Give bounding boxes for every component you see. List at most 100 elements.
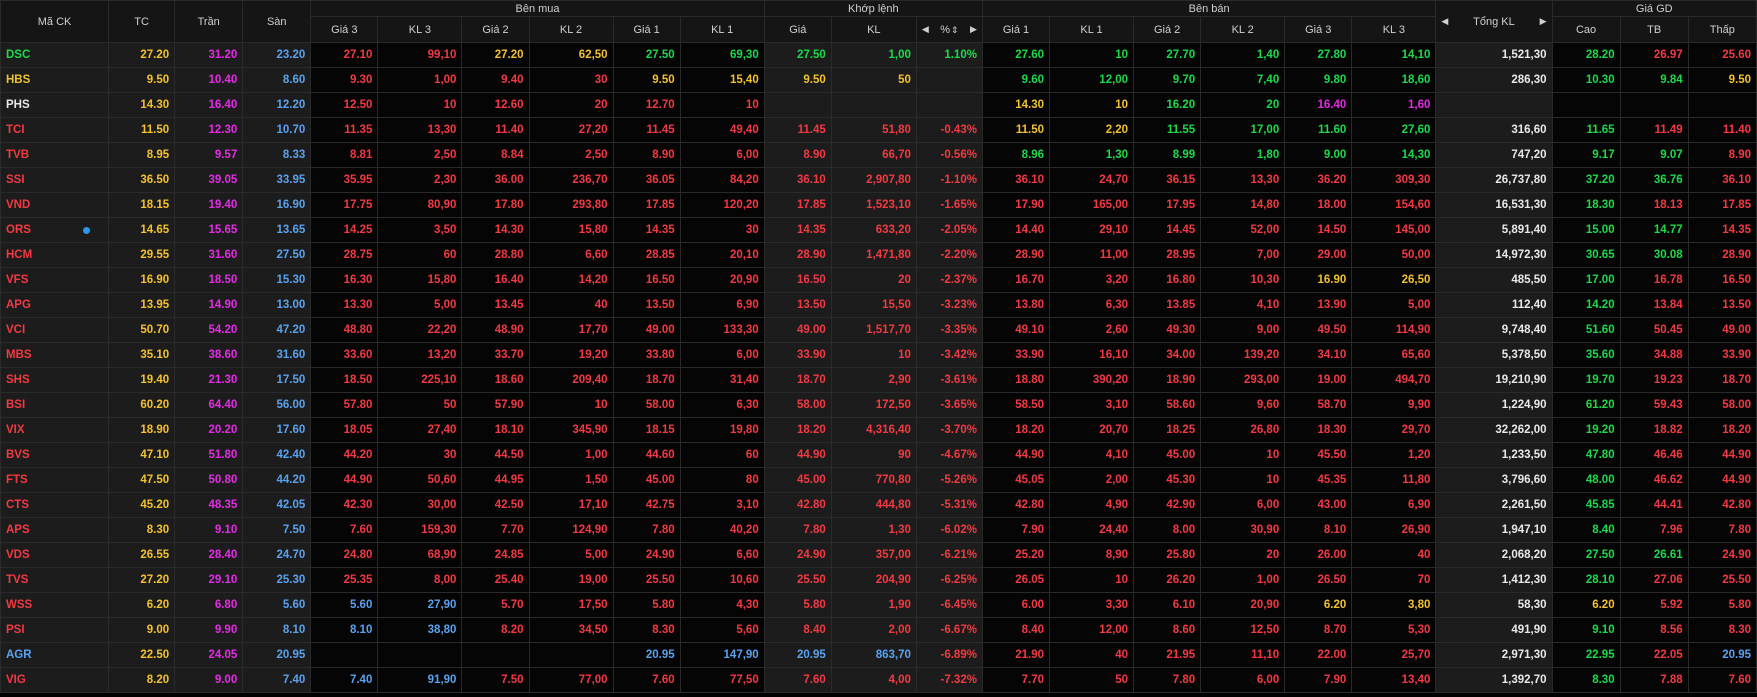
symbol-cell[interactable]: VIG <box>0 667 110 693</box>
symbol-cell[interactable]: PSI <box>0 617 110 643</box>
table-row[interactable]: HBS 9.50 10.40 8.60 9.30 1,00 9.40 30 9.50 15,40 9… <box>0 67 1757 93</box>
symbol-cell[interactable]: BSI <box>0 392 110 418</box>
symbol-cell[interactable]: VFS <box>0 267 110 293</box>
table-row[interactable]: SHS 19.40 21.30 17.50 18.50 225,10 18.60 209,40… <box>0 367 1757 393</box>
arrow-left-icon[interactable]: ◀ <box>1441 16 1448 27</box>
match-volume-header[interactable]: KL <box>830 16 917 43</box>
symbol-cell[interactable]: FTS <box>0 467 110 493</box>
table-row[interactable]: VFS 16.90 18.50 15.30 16.30 15,80 16.40 14,20 16… <box>0 267 1757 293</box>
table-row[interactable]: BSI 60.20 64.40 56.00 57.80 50 57.90 10 58.00 6,3… <box>0 392 1757 418</box>
header-symbol[interactable]: Mã CK <box>0 0 110 43</box>
table-row[interactable]: VCI 50.70 54.20 47.20 48.80 22,20 48.90 17,70 49… <box>0 317 1757 343</box>
symbol-cell[interactable]: VIX <box>0 417 110 443</box>
sort-icon[interactable]: ⇕ <box>951 25 959 35</box>
symbol-cell[interactable]: CTS <box>0 492 110 518</box>
price-stat-cell: 8.56 <box>1619 617 1689 643</box>
symbol-cell[interactable]: PHS <box>0 92 110 118</box>
symbol-cell[interactable]: VND <box>0 192 110 218</box>
table-row[interactable]: FTS 47.50 50.80 44.20 44.90 50,60 44.95 1,50 45.… <box>0 467 1757 493</box>
sell-cell: 7.80 <box>1133 667 1202 693</box>
table-row[interactable]: AGR 22.50 24.05 20.95 20.95 147,90 20.95 863,70… <box>0 642 1757 668</box>
sell-cell: 25.20 <box>981 542 1051 568</box>
table-row[interactable]: VDS 26.55 28.40 24.70 24.80 68,90 24.85 5,00 24.… <box>0 542 1757 568</box>
price-col-header[interactable]: Thấp <box>1687 16 1757 43</box>
symbol-cell[interactable]: TVS <box>0 567 110 593</box>
symbol-cell[interactable]: AGR <box>0 642 110 668</box>
sell-cell: 8,90 <box>1048 542 1135 568</box>
buy-col-header[interactable]: KL 1 <box>679 16 765 43</box>
arrow-right-icon[interactable]: ▶ <box>1540 16 1547 27</box>
table-row[interactable]: CTS 45.20 48.35 42.05 42.30 30,00 42.50 17,10 42… <box>0 492 1757 518</box>
table-row[interactable]: BVS 47.10 51.80 42.40 44.20 30 44.50 1,00 44.60 6… <box>0 442 1757 468</box>
buy-cell: 42.75 <box>612 492 681 518</box>
symbol-cell[interactable]: BVS <box>0 442 110 468</box>
table-row[interactable]: MBS 35.10 38.60 31.60 33.60 13,20 33.70 19,20 33… <box>0 342 1757 368</box>
sell-col-header[interactable]: Giá 3 <box>1284 16 1353 43</box>
symbol-cell[interactable]: ORS <box>0 217 110 243</box>
symbol-cell[interactable]: VCI <box>0 317 110 343</box>
symbol-cell[interactable]: HCM <box>0 242 110 268</box>
table-row[interactable]: TVB 8.95 9.57 8.33 8.81 2,50 8.84 2,50 8.90 6,00 8… <box>0 142 1757 168</box>
symbol-cell[interactable]: APS <box>0 517 110 543</box>
table-row[interactable]: HCM 29.55 31.60 27.50 28.75 60 28.80 6,60 28.85 2… <box>0 242 1757 268</box>
buy-cell: 13,30 <box>377 117 463 143</box>
price-stat-cell: 6.20 <box>1551 592 1621 618</box>
header-buy-side: Bên mua <box>310 0 765 17</box>
price-stat-cell: 48.00 <box>1551 467 1621 493</box>
sell-col-header[interactable]: KL 3 <box>1351 16 1437 43</box>
symbol-cell[interactable]: APG <box>0 292 110 318</box>
buy-cell: 27.50 <box>612 42 681 68</box>
sell-col-header[interactable]: Giá 1 <box>981 16 1051 43</box>
symbol-cell[interactable]: MBS <box>0 342 110 368</box>
info-dot-icon[interactable] <box>83 227 91 234</box>
arrow-left-icon[interactable]: ◀ <box>922 24 929 35</box>
match-percent-header[interactable]: ◀ ▶ %⇕ <box>915 16 983 43</box>
table-row[interactable]: PHS 14.30 16.40 12.20 12.50 10 12.60 20 12.70 10 1… <box>0 92 1757 118</box>
price-col-header[interactable]: TB <box>1619 16 1689 43</box>
sell-cell: 1,00 <box>1200 567 1286 593</box>
table-row[interactable]: TCI 11.50 12.30 10.70 11.35 13,30 11.40 27,20 11… <box>0 117 1757 143</box>
header-ceiling[interactable]: Trần <box>174 0 244 43</box>
sell-col-header[interactable]: KL 2 <box>1200 16 1286 43</box>
table-row[interactable]: APS 8.30 9.10 7.50 7.60 159,30 7.70 124,90 7.80 4… <box>0 517 1757 543</box>
table-row[interactable]: WSS 6.20 6.80 5.60 5.60 27,90 5.70 17,50 5.80 4,3… <box>0 592 1757 618</box>
table-row[interactable]: VIX 18.90 20.20 17.60 18.05 27,40 18.10 345,90 1… <box>0 417 1757 443</box>
header-floor[interactable]: Sàn <box>242 0 312 43</box>
symbol-cell[interactable]: TVB <box>0 142 110 168</box>
total-volume-cell <box>1435 92 1553 118</box>
symbol-cell[interactable]: DSC <box>0 42 110 68</box>
arrow-right-icon[interactable]: ▶ <box>970 24 977 35</box>
symbol-cell[interactable]: HBS <box>0 67 110 93</box>
table-row[interactable]: PSI 9.00 9.90 8.10 8.10 38,80 8.20 34,50 8.30 5,6… <box>0 617 1757 643</box>
header-ref[interactable]: TC <box>108 0 176 43</box>
symbol-cell[interactable]: SSI <box>0 167 110 193</box>
buy-cell: 345,90 <box>528 417 614 443</box>
floor-price-cell: 23.20 <box>242 42 312 68</box>
sell-cell: 9.00 <box>1284 142 1353 168</box>
ceiling-price-cell: 31.60 <box>174 242 244 268</box>
table-row[interactable]: VIG 8.20 9.00 7.40 7.40 91,90 7.50 77,00 7.60 77,… <box>0 667 1757 693</box>
symbol-cell[interactable]: VDS <box>0 542 110 568</box>
buy-col-header[interactable]: Giá 3 <box>310 16 379 43</box>
buy-cell: 6,00 <box>679 142 765 168</box>
table-row[interactable]: TVS 27.20 29.10 25.30 25.35 8,00 25.40 19,00 25.… <box>0 567 1757 593</box>
symbol-cell[interactable]: SHS <box>0 367 110 393</box>
buy-col-header[interactable]: Giá 2 <box>461 16 530 43</box>
table-row[interactable]: APG 13.95 14.90 13.00 13.30 5,00 13.45 40 13.50 6… <box>0 292 1757 318</box>
price-col-header[interactable]: Cao <box>1551 16 1621 43</box>
symbol-cell[interactable]: WSS <box>0 592 110 618</box>
table-row[interactable]: VND 18.15 19.40 16.90 17.75 80,90 17.80 293,80 1… <box>0 192 1757 218</box>
buy-col-header[interactable]: KL 3 <box>377 16 463 43</box>
sell-cell: 16.90 <box>1284 267 1353 293</box>
match-cell <box>830 92 917 118</box>
sell-cell: 28.90 <box>981 242 1051 268</box>
table-row[interactable]: SSI 36.50 39.05 33.95 35.95 2,30 36.00 236,70 36… <box>0 167 1757 193</box>
buy-col-header[interactable]: Giá 1 <box>612 16 681 43</box>
symbol-cell[interactable]: TCI <box>0 117 110 143</box>
match-price-header[interactable]: Giá <box>763 16 832 43</box>
buy-col-header[interactable]: KL 2 <box>528 16 614 43</box>
table-row[interactable]: DSC 27.20 31.20 23.20 27.10 99,10 27.20 62,50 27… <box>0 42 1757 68</box>
table-row[interactable]: ORS 14.65 15.65 13.65 14.25 3,50 14.30 15,80 14.… <box>0 217 1757 243</box>
sell-col-header[interactable]: KL 1 <box>1048 16 1135 43</box>
sell-col-header[interactable]: Giá 2 <box>1133 16 1202 43</box>
